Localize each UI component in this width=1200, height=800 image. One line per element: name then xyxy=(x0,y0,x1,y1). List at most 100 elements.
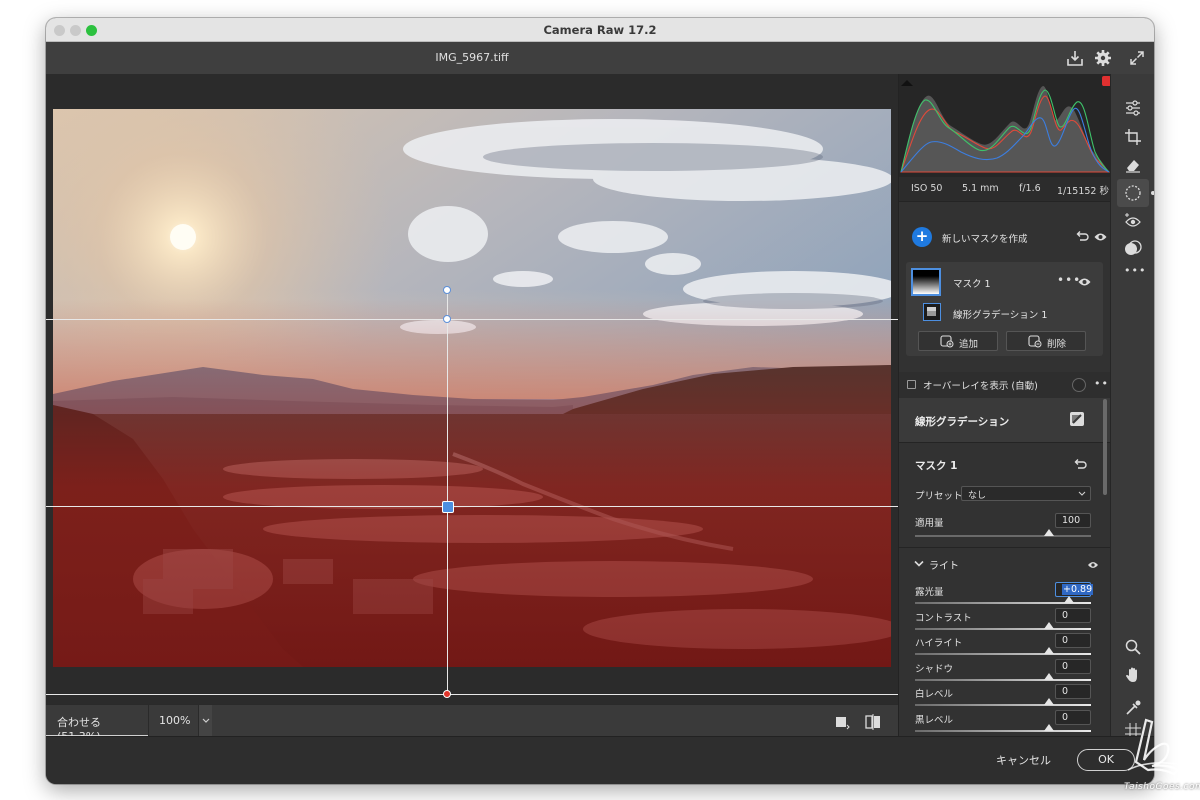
before-after-icon[interactable] xyxy=(864,713,882,731)
overlay-row[interactable]: オーバーレイを表示 (自動) ••• xyxy=(899,372,1110,398)
blacks-slider-track[interactable] xyxy=(915,730,1091,732)
exposure-label: 露光量 xyxy=(915,587,944,598)
redeye-icon[interactable] xyxy=(1124,212,1142,230)
camera-raw-window: Camera Raw 17.2 IMG_5967.tiff 合わせる 100% … xyxy=(46,18,1154,784)
focal-length-value: 5.1 mm xyxy=(962,183,999,194)
view-bar: 合わせる (51.3%) 100% xyxy=(46,704,898,743)
center-handle[interactable] xyxy=(442,501,454,513)
mask-thumbnail[interactable] xyxy=(911,268,941,296)
contrast-slider-thumb[interactable] xyxy=(1044,622,1054,629)
histogram[interactable] xyxy=(899,74,1110,177)
component-name[interactable]: 線形グラデーション 1 xyxy=(953,307,1047,321)
overlay-checkbox[interactable] xyxy=(907,380,916,389)
cancel-button[interactable]: キャンセル xyxy=(996,752,1051,768)
shadows-slider-track[interactable] xyxy=(915,679,1091,681)
plus-icon[interactable]: + xyxy=(912,227,932,247)
window-title: Camera Raw 17.2 xyxy=(543,23,657,37)
highlights-slider-track[interactable] xyxy=(915,653,1091,655)
zoom-icon[interactable] xyxy=(1124,638,1142,656)
blacks-label: 黒レベル xyxy=(915,715,954,726)
linear-gradient-icon xyxy=(927,307,936,316)
photo-preview[interactable] xyxy=(53,109,891,667)
blacks-input[interactable]: 0 xyxy=(1055,710,1091,725)
dialog-footer: キャンセル OK xyxy=(46,736,1154,784)
amount-slider-track[interactable] xyxy=(915,535,1091,537)
chevron-down-icon xyxy=(202,718,210,723)
mask-card[interactable]: マスク 1 ••• 線形グラデーション 1 追加 削除 xyxy=(906,262,1103,356)
amount-input[interactable]: 100 xyxy=(1055,513,1091,528)
reset-icon[interactable] xyxy=(1075,230,1089,244)
end-handle[interactable] xyxy=(443,690,451,698)
start-handle[interactable] xyxy=(443,315,451,323)
overlay-label[interactable]: オーバーレイを表示 (自動) xyxy=(923,378,1038,392)
zoom-100-button[interactable]: 100% xyxy=(148,705,198,737)
light-section-title[interactable]: ライト xyxy=(929,557,959,572)
contrast-slider-track[interactable] xyxy=(915,628,1091,630)
expand-icon[interactable] xyxy=(1127,48,1147,68)
file-name: IMG_5967.tiff xyxy=(435,51,509,64)
active-tool-indicator xyxy=(1151,191,1154,195)
exposure-input[interactable]: +0.89 xyxy=(1055,582,1094,597)
highlights-input[interactable]: 0 xyxy=(1055,633,1091,648)
preset-select[interactable]: なし xyxy=(961,486,1091,501)
whites-slider-thumb[interactable] xyxy=(1044,698,1054,705)
whites-label: 白レベル xyxy=(915,689,954,700)
divider xyxy=(899,442,1110,443)
exposure-slider-thumb[interactable] xyxy=(1064,596,1074,603)
masking-icon[interactable] xyxy=(1124,184,1142,202)
amount-label: 適用量 xyxy=(915,518,944,529)
contrast-label: コントラスト xyxy=(915,613,972,624)
highlights-slider-thumb[interactable] xyxy=(1044,647,1054,654)
image-viewer[interactable] xyxy=(46,74,898,704)
mask-name[interactable]: マスク 1 xyxy=(953,276,991,290)
panel-scrollbar[interactable] xyxy=(1103,399,1107,495)
crop-icon[interactable] xyxy=(1124,128,1142,146)
subtract-mask-icon xyxy=(1028,335,1042,348)
mask-section-title: マスク 1 xyxy=(915,460,958,472)
file-bar: IMG_5967.tiff xyxy=(46,42,1154,74)
divider xyxy=(899,201,1110,202)
add-mask-icon xyxy=(940,335,954,348)
invert-icon[interactable] xyxy=(1069,411,1085,427)
more-icon[interactable]: ••• xyxy=(1124,264,1146,277)
linear-gradient-thumbnail[interactable] xyxy=(923,303,941,321)
whites-input[interactable]: 0 xyxy=(1055,684,1091,699)
contrast-input[interactable]: 0 xyxy=(1055,608,1091,623)
divider xyxy=(899,547,1110,548)
overlay-color-swatch[interactable] xyxy=(1072,378,1086,392)
whites-slider-track[interactable] xyxy=(915,704,1091,706)
iso-value: ISO 50 xyxy=(911,183,943,194)
hand-icon[interactable] xyxy=(1124,666,1142,684)
new-mask-label[interactable]: 新しいマスクを作成 xyxy=(942,231,1028,245)
shadows-slider-thumb[interactable] xyxy=(1044,673,1054,680)
preset-value: なし xyxy=(968,491,987,501)
eye-icon[interactable] xyxy=(1078,276,1091,288)
reset-mask-icon[interactable] xyxy=(1073,458,1087,472)
edit-sliders-icon[interactable] xyxy=(1124,99,1142,117)
blacks-slider-thumb[interactable] xyxy=(1044,724,1054,731)
gradient-rotation-axis xyxy=(447,290,448,694)
gradient-start-line[interactable] xyxy=(46,319,898,320)
add-button[interactable]: 追加 xyxy=(918,331,998,351)
eye-icon[interactable] xyxy=(1094,231,1107,243)
gear-icon[interactable] xyxy=(1093,48,1113,68)
watermark-text: TaishoGoes.com xyxy=(1124,782,1200,792)
zoom-fit-button[interactable]: 合わせる (51.3%) xyxy=(46,705,148,743)
subtract-button[interactable]: 削除 xyxy=(1006,331,1086,351)
title-bar: Camera Raw 17.2 xyxy=(46,18,1154,42)
rotate-handle[interactable] xyxy=(443,286,451,294)
chevron-down-icon[interactable] xyxy=(914,560,924,568)
presets-icon[interactable] xyxy=(1124,239,1142,257)
shadows-input[interactable]: 0 xyxy=(1055,659,1091,674)
download-icon[interactable] xyxy=(1065,48,1085,68)
new-mask-row[interactable]: + 新しいマスクを作成 xyxy=(899,222,1110,252)
view-toggle-icon[interactable] xyxy=(834,714,850,730)
overlay-more-icon[interactable]: ••• xyxy=(1094,377,1110,390)
amount-slider-thumb[interactable] xyxy=(1044,529,1054,536)
eye-icon[interactable] xyxy=(1087,560,1099,570)
gradient-end-line[interactable] xyxy=(46,694,898,695)
zoom-dropdown[interactable] xyxy=(198,705,212,737)
gradient-center-line[interactable] xyxy=(46,506,898,507)
shutter-value: 1/15152 秒 xyxy=(1057,186,1109,197)
eraser-icon[interactable] xyxy=(1124,156,1142,174)
